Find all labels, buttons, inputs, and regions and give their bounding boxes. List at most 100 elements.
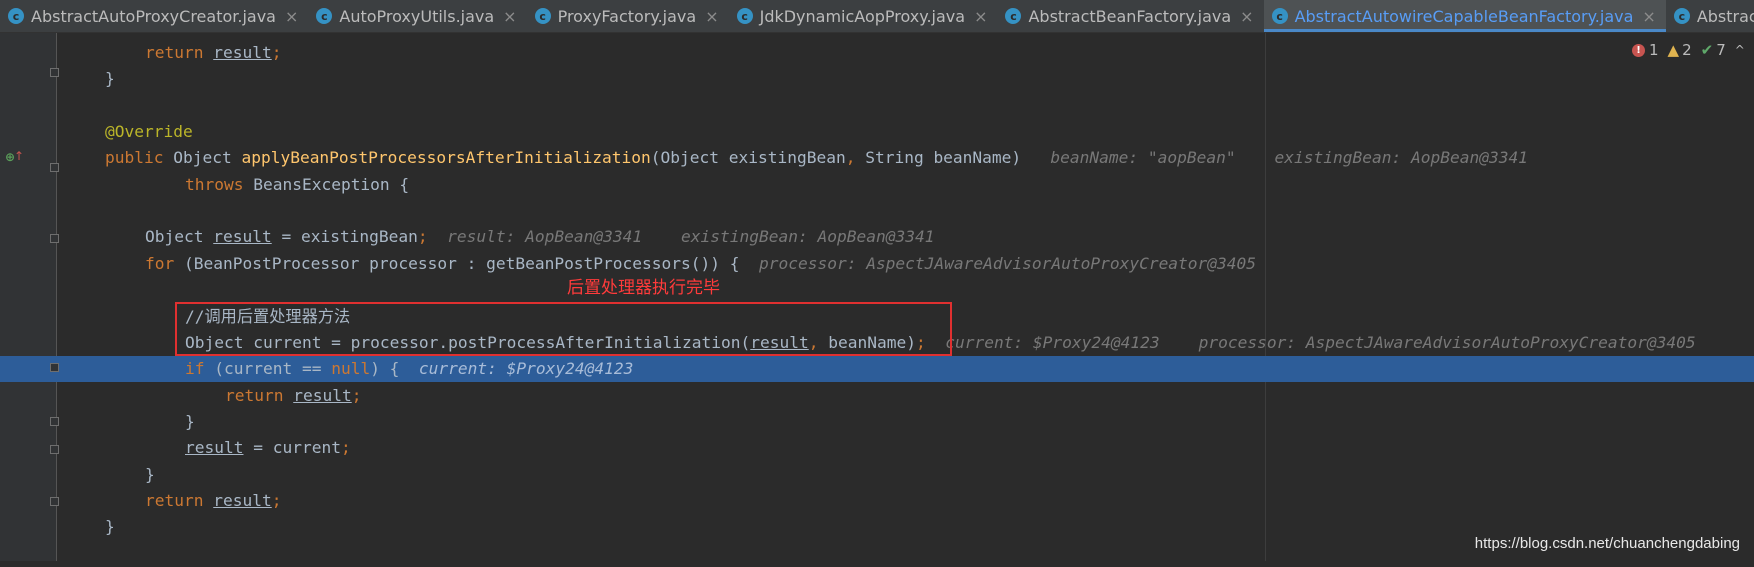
override-arrow-icon: ↑ bbox=[14, 149, 25, 163]
editor-tab[interactable]: c JdkDynamicAopProxy.java × bbox=[729, 0, 998, 32]
code-line[interactable]: return result; bbox=[0, 40, 1754, 66]
tab-label: AutoProxyUtils.java bbox=[339, 6, 495, 26]
code-token: BeansException { bbox=[253, 174, 410, 194]
code-text: return result; bbox=[225, 383, 361, 409]
tab-label: AbstractAutoProxyCreator.java bbox=[31, 6, 276, 26]
close-tab-icon[interactable]: × bbox=[503, 7, 516, 26]
code-token: ) { bbox=[370, 359, 400, 379]
code-token: } bbox=[185, 411, 195, 431]
code-line[interactable]: } bbox=[0, 66, 1754, 92]
tab-label: ProxyFactory.java bbox=[557, 6, 697, 26]
fold-marker-icon[interactable] bbox=[50, 497, 59, 506]
code-token: result bbox=[213, 43, 272, 62]
code-token: = current bbox=[243, 438, 341, 458]
code-text: Object result = existingBean; result: Ao… bbox=[145, 224, 934, 250]
code-token: Object bbox=[145, 227, 214, 247]
code-text: return result; bbox=[145, 488, 281, 514]
annotation-note: 后置处理器执行完毕 bbox=[567, 278, 720, 298]
close-tab-icon[interactable]: × bbox=[1642, 7, 1655, 26]
code-token: public bbox=[105, 148, 174, 168]
code-text: } bbox=[185, 409, 195, 435]
code-token: } bbox=[105, 517, 115, 537]
close-tab-icon[interactable]: × bbox=[705, 7, 718, 26]
editor-tab[interactable]: c AbstractBeanFactory.java × bbox=[997, 0, 1263, 32]
class-icon: c bbox=[1673, 8, 1690, 24]
fold-marker-icon[interactable] bbox=[50, 163, 59, 172]
class-icon: c bbox=[8, 8, 24, 24]
code-text: public Object applyBeanPostProcessorsAft… bbox=[105, 145, 1528, 171]
code-token: = existingBean bbox=[271, 227, 418, 247]
code-token: ; bbox=[271, 490, 282, 510]
code-line[interactable] bbox=[0, 277, 1754, 303]
fold-marker-icon[interactable] bbox=[50, 445, 59, 454]
editor-tab[interactable]: c AbstractNestableProperty bbox=[1666, 0, 1754, 32]
class-icon: c bbox=[1271, 8, 1288, 24]
code-token: for bbox=[145, 253, 184, 273]
code-token: String beanName) bbox=[865, 148, 1022, 168]
code-token: return bbox=[145, 43, 214, 62]
close-tab-icon[interactable]: × bbox=[285, 7, 298, 26]
code-line[interactable]: throws BeansException { bbox=[0, 172, 1754, 198]
tab-label: AbstractNestableProperty bbox=[1696, 6, 1754, 26]
code-text: } bbox=[105, 514, 115, 540]
close-tab-icon[interactable]: × bbox=[974, 7, 987, 26]
code-token: applyBeanPostProcessorsAfterInitializati… bbox=[241, 148, 651, 168]
code-token: result bbox=[185, 438, 244, 458]
code-line[interactable]: return result; bbox=[0, 488, 1754, 514]
code-line[interactable]: return result; bbox=[0, 383, 1754, 409]
watermark: https://blog.csdn.net/chuanchengdabing bbox=[1474, 535, 1740, 552]
code-text: result = current; bbox=[185, 435, 351, 461]
debug-inline-value: beanName: "aopBean" existingBean: AopBea… bbox=[1021, 148, 1528, 168]
code-token: return bbox=[145, 490, 214, 510]
code-text: return result; bbox=[145, 40, 281, 66]
code-line[interactable]: } bbox=[0, 462, 1754, 488]
editor-tab-bar: c AbstractAutoProxyCreator.java × c AutoProx… bbox=[0, 0, 1754, 33]
code-line[interactable]: @Override bbox=[0, 119, 1754, 145]
fold-marker-icon[interactable] bbox=[50, 68, 59, 77]
fold-marker-icon[interactable] bbox=[50, 234, 59, 243]
code-token: result bbox=[293, 385, 352, 405]
editor-tab[interactable]: c ProxyFactory.java × bbox=[527, 0, 729, 32]
debug-inline-value: current: $Proxy24@4123 bbox=[399, 359, 634, 379]
code-line[interactable]: } bbox=[0, 409, 1754, 435]
code-token: if bbox=[185, 359, 215, 379]
tab-label: JdkDynamicAopProxy.java bbox=[759, 6, 966, 26]
code-text: throws BeansException { bbox=[185, 172, 409, 198]
code-line[interactable] bbox=[0, 93, 1754, 119]
code-line[interactable]: result = current; bbox=[0, 435, 1754, 461]
tab-label: AbstractAutowireCapableBeanFactory.java bbox=[1294, 6, 1634, 26]
code-token: } bbox=[145, 464, 155, 484]
code-token: ; bbox=[340, 438, 351, 458]
close-tab-icon[interactable]: × bbox=[1240, 7, 1253, 26]
class-icon: c bbox=[534, 8, 551, 24]
code-token: result bbox=[213, 490, 272, 510]
code-token: @Override bbox=[105, 122, 193, 142]
fold-marker-icon[interactable] bbox=[50, 363, 59, 372]
code-token: } bbox=[105, 69, 115, 89]
code-token: (Object existingBean bbox=[650, 148, 846, 168]
code-token: return bbox=[225, 385, 294, 405]
code-token: null bbox=[331, 359, 371, 379]
code-line[interactable]: Object result = existingBean; result: Ao… bbox=[0, 224, 1754, 250]
execution-point-line[interactable]: if (current == null) { current: $Proxy24… bbox=[0, 356, 1754, 383]
editor-tab[interactable]: c AutoProxyUtils.java × bbox=[308, 0, 526, 32]
highlight-box bbox=[175, 302, 952, 356]
code-line[interactable]: for (BeanPostProcessor processor : getBe… bbox=[0, 251, 1754, 277]
editor-tab[interactable]: c AbstractAutowireCapableBeanFactory.java… bbox=[1263, 0, 1667, 32]
debug-inline-value: processor: AspectJAwareAdvisorAutoProxyC… bbox=[739, 253, 1257, 273]
code-text: } bbox=[105, 66, 115, 92]
editor-tab[interactable]: c AbstractAutoProxyCreator.java × bbox=[0, 0, 308, 32]
code-text: @Override bbox=[105, 119, 193, 145]
code-line[interactable]: public Object applyBeanPostProcessorsAft… bbox=[0, 145, 1754, 171]
code-line[interactable] bbox=[0, 198, 1754, 224]
code-editor[interactable]: return result;} @Override public Object ap… bbox=[0, 33, 1754, 561]
code-token: (BeanPostProcessor processor : getBeanPo… bbox=[183, 253, 740, 273]
code-token: ; bbox=[271, 43, 282, 62]
code-token: ; bbox=[351, 385, 362, 405]
class-icon: c bbox=[316, 8, 333, 24]
code-token: ; bbox=[417, 227, 428, 247]
class-icon: c bbox=[736, 8, 753, 24]
code-text: } bbox=[145, 462, 155, 488]
fold-marker-icon[interactable] bbox=[50, 417, 59, 426]
code-area[interactable]: return result;} @Override public Object ap… bbox=[0, 33, 1754, 561]
